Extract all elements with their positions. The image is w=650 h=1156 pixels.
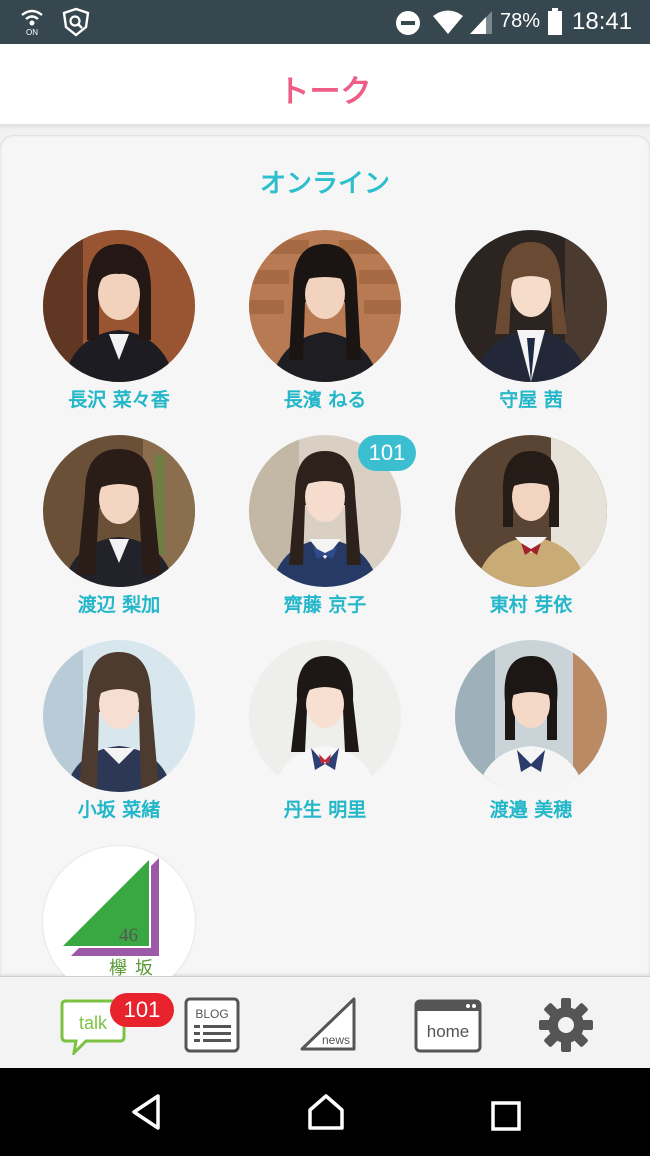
member-item[interactable]: 渡邉 美穂 <box>440 640 620 830</box>
avatar <box>43 230 195 382</box>
talk-list-panel: オンライン 長沢 菜々香 長濱 ねる 守屋 茜 渡辺 梨加 齊藤 京子 101 … <box>0 136 650 976</box>
tab-news[interactable]: news <box>294 977 362 1069</box>
member-item[interactable]: 長濱 ねる <box>234 230 414 420</box>
back-icon[interactable] <box>128 1092 164 1132</box>
member-item[interactable]: 渡辺 梨加 <box>28 435 208 625</box>
news-label: news <box>322 1033 350 1047</box>
clock: 18:41 <box>572 8 633 35</box>
recent-apps-icon[interactable] <box>490 1100 522 1132</box>
header: トーク <box>0 44 650 125</box>
member-name: 長濱 ねる <box>283 389 367 411</box>
member-name: 齊藤 京子 <box>283 594 367 616</box>
member-name: 東村 芽依 <box>489 594 573 616</box>
tab-home[interactable]: home <box>410 977 486 1069</box>
member-name: 小坂 菜緒 <box>77 799 161 821</box>
member-item[interactable]: 丹生 明里 <box>234 640 414 830</box>
home-icon: home <box>414 999 482 1053</box>
status-bar: ON 78% 18:41 <box>0 0 650 44</box>
wifi-icon <box>433 10 463 34</box>
home-label: home <box>427 1022 470 1041</box>
bottom-tab-bar: talk 101 BLOG news home <box>0 976 650 1069</box>
tab-blog[interactable]: BLOG <box>180 977 244 1069</box>
section-title-online: オンライン <box>259 169 390 199</box>
logo-name: 欅坂 <box>109 958 161 976</box>
unread-badge: 101 <box>358 435 416 471</box>
avatar <box>43 640 195 792</box>
system-nav-bar <box>0 1068 650 1156</box>
gear-icon <box>539 998 593 1052</box>
cellular-signal-icon <box>470 11 492 34</box>
news-icon: news <box>300 997 356 1051</box>
home-nav-icon[interactable] <box>306 1092 346 1132</box>
member-name: 渡辺 梨加 <box>77 594 161 616</box>
page-title: トーク <box>278 74 372 110</box>
avatar <box>455 230 607 382</box>
do-not-disturb-icon <box>396 11 420 35</box>
member-item[interactable]: 齊藤 京子 101 <box>234 435 416 625</box>
member-item[interactable]: 守屋 茜 <box>440 230 620 420</box>
talk-unread-badge: 101 <box>110 993 174 1027</box>
member-name: 長沢 菜々香 <box>68 389 170 411</box>
avatar <box>249 640 401 792</box>
tab-settings[interactable] <box>532 977 600 1069</box>
wifi-calling-on-icon: ON <box>21 9 43 37</box>
member-item[interactable]: 東村 芽依 <box>440 435 620 625</box>
member-name: 渡邉 美穂 <box>489 799 573 821</box>
blog-icon: BLOG <box>184 997 240 1053</box>
member-item[interactable]: 長沢 菜々香 <box>28 230 208 420</box>
member-name: 丹生 明里 <box>283 799 367 821</box>
avatar <box>455 640 607 792</box>
group-logo-item[interactable]: 46 欅坂 <box>43 846 195 976</box>
battery-icon <box>548 8 562 35</box>
svg-text:ON: ON <box>26 28 38 37</box>
avatar <box>455 435 607 587</box>
shield-app-icon <box>62 7 90 37</box>
member-item[interactable]: 小坂 菜緒 <box>28 640 208 830</box>
battery-percentage: 78% <box>500 10 541 32</box>
talk-label: talk <box>79 1013 108 1033</box>
logo-number: 46 <box>119 925 138 946</box>
member-name: 守屋 茜 <box>499 389 563 411</box>
avatar <box>43 435 195 587</box>
blog-label: BLOG <box>195 1007 228 1021</box>
avatar <box>249 230 401 382</box>
